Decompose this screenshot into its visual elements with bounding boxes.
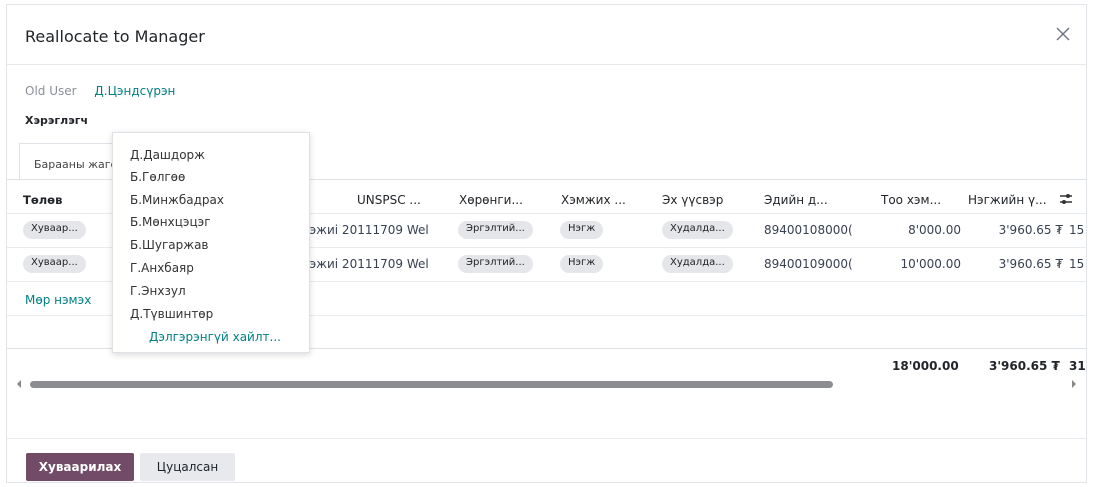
old-user-value[interactable]: Д.Цэндсүрэн: [94, 84, 175, 98]
dialog-header: Reallocate to Manager: [7, 5, 1086, 65]
uom-badge: Нэгж: [560, 221, 604, 239]
item-code-cell: 89400108000(: [764, 223, 853, 237]
reallocate-dialog: Reallocate to Manager Old User Д.Цэндсүр…: [6, 4, 1087, 483]
dialog-title: Reallocate to Manager: [25, 27, 205, 46]
quantity-cell: 10'000.00: [900, 257, 961, 271]
asset-badge: Эргэлтий...: [458, 255, 533, 273]
dropdown-option[interactable]: Б.Минжбадрах: [130, 193, 224, 207]
scrollbar-thumb[interactable]: [30, 381, 833, 388]
column-header-asset[interactable]: Хөрөнги...: [459, 193, 523, 207]
asset-badge: Эргэлтий...: [458, 221, 533, 239]
unit-price-cell: 3'960.65 ₮: [998, 257, 1063, 271]
total-unit-price: 3'960.65 ₮: [989, 359, 1060, 373]
dropdown-option[interactable]: Г.Энхзул: [130, 284, 186, 298]
overflow-cell: 15: [1069, 223, 1085, 237]
scroll-right-icon[interactable]: [1070, 379, 1078, 389]
description-cell: ээжиі 20111709 Wel: [303, 223, 429, 237]
uom-badge: Нэгж: [560, 255, 604, 273]
status-badge: Хуваар...: [23, 255, 86, 273]
column-header-unspsc[interactable]: UNSPSC ...: [357, 193, 421, 207]
old-user-field: Old User Д.Цэндсүрэн: [25, 84, 175, 98]
status-badge: Хуваар...: [23, 221, 86, 239]
advanced-search-link[interactable]: Дэлгэрэнгүй хайлт...: [149, 330, 281, 344]
dropdown-option[interactable]: Д.Дашдорж: [130, 148, 205, 162]
user-dropdown: Д.Дашдорж Б.Гөлгөө Б.Минжбадрах Б.Мөнхцэ…: [112, 132, 310, 353]
tab-products[interactable]: Барааны жагсаалт: [19, 143, 123, 179]
total-quantity: 18'000.00: [892, 359, 959, 373]
dropdown-option[interactable]: Б.Мөнхцэцэг: [130, 215, 211, 229]
item-code-cell: 89400109000(: [764, 257, 853, 271]
dropdown-option[interactable]: Б.Гөлгөө: [130, 170, 185, 184]
dialog-footer: Хуваарилах Цуцалсан: [7, 438, 1086, 484]
column-header-unit-price[interactable]: Нэгжийн ү...: [968, 193, 1047, 207]
dropdown-option[interactable]: Г.Анхбаяр: [130, 261, 194, 275]
source-badge: Худалда...: [662, 255, 733, 273]
column-settings-icon[interactable]: [1058, 191, 1074, 207]
add-line-link[interactable]: Мөр нэмэх: [25, 293, 91, 307]
description-cell: ээжиі 20111709 Wel: [303, 257, 429, 271]
scroll-left-icon[interactable]: [15, 379, 23, 389]
unit-price-cell: 3'960.65 ₮: [998, 223, 1063, 237]
dropdown-option[interactable]: Б.Шугаржав: [130, 238, 209, 252]
allocate-button[interactable]: Хуваарилах: [26, 453, 134, 481]
cancel-button[interactable]: Цуцалсан: [140, 453, 235, 481]
horizontal-scrollbar[interactable]: [7, 377, 1086, 391]
dropdown-option[interactable]: Д.Түвшинтөр: [130, 307, 213, 321]
source-badge: Худалда...: [662, 221, 733, 239]
total-overflow: 31: [1069, 359, 1086, 373]
column-header-quantity[interactable]: Тоо хэм...: [881, 193, 941, 207]
user-label: Хэрэглэгч: [25, 114, 89, 127]
column-header-status[interactable]: Төлөв: [23, 193, 62, 207]
column-header-source[interactable]: Эх үүсвэр: [662, 193, 723, 207]
overflow-cell: 15: [1069, 257, 1085, 271]
column-header-item-code[interactable]: Эдийн д...: [764, 193, 828, 207]
old-user-label: Old User: [25, 84, 77, 98]
column-header-uom[interactable]: Хэмжих ...: [561, 193, 626, 207]
user-field: Хэрэглэгч: [25, 113, 88, 127]
close-icon[interactable]: [1054, 25, 1072, 43]
quantity-cell: 8'000.00: [908, 223, 961, 237]
